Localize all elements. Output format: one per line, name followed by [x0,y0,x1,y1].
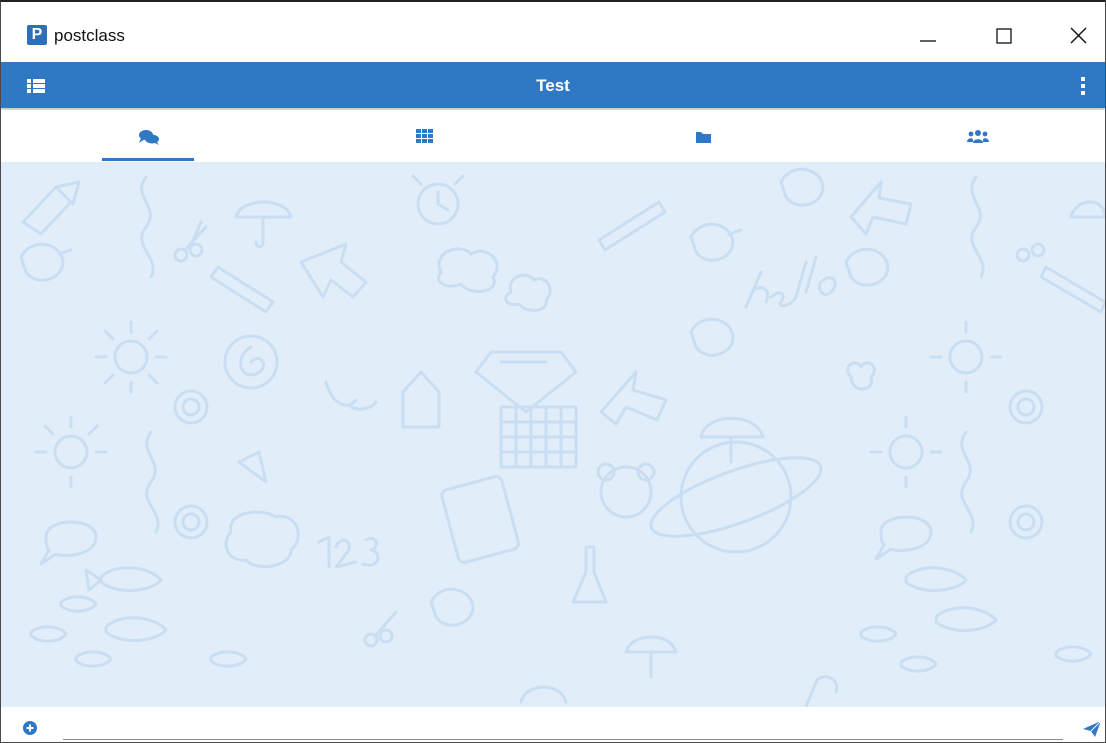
plus-circle-icon [23,721,37,735]
chat-bubbles-icon [139,130,159,145]
users-group-icon [967,130,989,143]
app-header: Test [1,62,1105,108]
maximize-icon [996,28,1012,44]
tab-chat[interactable] [11,110,287,162]
chat-title: Test [536,76,570,95]
apps-grid-icon [416,129,433,143]
close-icon [1070,27,1087,44]
more-vertical-icon [1081,77,1085,95]
doodle-wallpaper [19,167,1105,707]
active-tab-indicator [102,158,194,161]
more-options-button[interactable] [1079,76,1087,96]
message-area[interactable] [1,162,1105,707]
app-logo: P [27,25,47,45]
send-icon [1083,720,1102,737]
attach-button[interactable] [22,720,38,736]
message-input[interactable] [63,719,1063,740]
minimize-button[interactable] [905,18,951,54]
app-window: P postclass Test ... [0,0,1106,743]
message-composer: ... [1,707,1105,743]
input-hint: ... [65,737,72,743]
app-title: postclass [54,26,125,45]
tab-members[interactable] [839,110,1105,162]
close-button[interactable] [1055,18,1101,54]
title-bar: P postclass [1,2,1105,62]
minimize-icon [920,40,936,42]
maximize-button[interactable] [981,18,1027,54]
send-button[interactable] [1082,720,1102,738]
tab-apps[interactable] [287,110,563,162]
folder-icon [696,132,711,143]
tab-bar [1,110,1105,162]
tab-files[interactable] [563,110,839,162]
